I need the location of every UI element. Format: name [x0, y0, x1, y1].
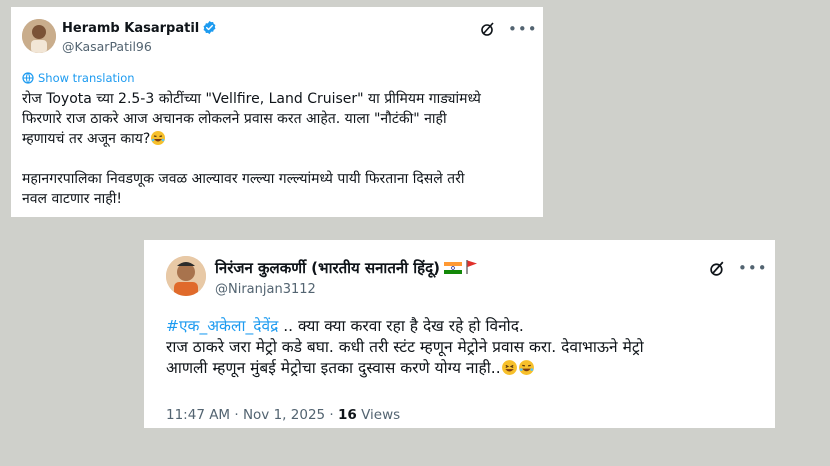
tweet-body: रोज Toyota च्या 2.5-3 कोटींच्या "Vellfir…	[22, 89, 481, 209]
tweet-meta: 11:47 AM · Nov 1, 2025 · 16 Views	[166, 407, 400, 423]
rolling-laughing-emoji	[151, 131, 166, 145]
more-icon[interactable]: •••	[508, 21, 538, 37]
avatar[interactable]	[22, 19, 56, 53]
tweet-line: आणली म्हणून मुंबई मेट्रोचा इतका दुस्वास …	[166, 358, 644, 379]
red-flag-icon	[466, 260, 477, 274]
tweet-body: #एक_अकेला_देवेंद्र .. क्या क्या करवा रहा…	[166, 316, 644, 379]
views-count: 16	[338, 407, 357, 423]
india-flag-icon	[443, 262, 462, 274]
author-name[interactable]: निरंजन कुलकर्णी (भारतीय सनातनी हिंदू)	[215, 258, 479, 278]
tweet-line: #एक_अकेला_देवेंद्र .. क्या क्या करवा रहा…	[166, 316, 644, 337]
tweet-card-1: Heramb Kasarpatil @KasarPatil96 ••• Show…	[11, 7, 543, 217]
show-translation-label[interactable]: Show translation	[38, 71, 135, 85]
tweet-line: फिरणारे राज ठाकरे आज अचानक लोकलने प्रवास…	[22, 111, 447, 127]
tweet-line-text: .. क्या क्या करवा रहा है देख रहे हो विनो…	[278, 317, 524, 335]
author-name-text[interactable]: Heramb Kasarpatil	[62, 21, 199, 36]
hashtag-link[interactable]: #एक_अकेला_देवेंद्र	[166, 317, 278, 335]
tweet-line: म्हणायचं तर अजून काय?	[22, 129, 481, 149]
author-name[interactable]: Heramb Kasarpatil	[62, 20, 217, 36]
tweet-timestamp[interactable]: 11:47 AM · Nov 1, 2025 ·	[166, 407, 338, 423]
grinning-squinting-emoji	[501, 360, 517, 375]
author-handle[interactable]: @Niranjan3112	[215, 282, 316, 297]
grok-icon[interactable]	[709, 260, 726, 277]
grok-icon[interactable]	[480, 21, 496, 37]
author-handle[interactable]: @KasarPatil96	[62, 39, 152, 54]
tweet-line-text: म्हणायचं तर अजून काय?	[22, 131, 151, 147]
tweet-line: राज ठाकरे जरा मेट्रो कडे बघा. कधी तरी स्…	[166, 338, 644, 356]
show-translation-link[interactable]: Show translation	[22, 71, 135, 85]
verified-badge-icon	[203, 20, 216, 35]
views-label: Views	[356, 407, 401, 423]
tweet-line: महानगरपालिका निवडणूक जवळ आल्यावर गल्ल्या…	[22, 171, 465, 187]
tweet-card-2: निरंजन कुलकर्णी (भारतीय सनातनी हिंदू) @N…	[144, 240, 775, 428]
avatar[interactable]	[166, 256, 206, 296]
author-name-text[interactable]: निरंजन कुलकर्णी (भारतीय सनातनी हिंदू)	[215, 259, 440, 277]
tweet-line-text: आणली म्हणून मुंबई मेट्रोचा इतका दुस्वास …	[166, 359, 501, 377]
more-icon[interactable]: •••	[738, 261, 768, 276]
rolling-laughing-emoji	[518, 360, 534, 375]
globe-icon	[22, 72, 34, 84]
tweet-line: रोज Toyota च्या 2.5-3 कोटींच्या "Vellfir…	[22, 91, 481, 107]
tweet-line: नवल वाटणार नाही!	[22, 191, 122, 207]
